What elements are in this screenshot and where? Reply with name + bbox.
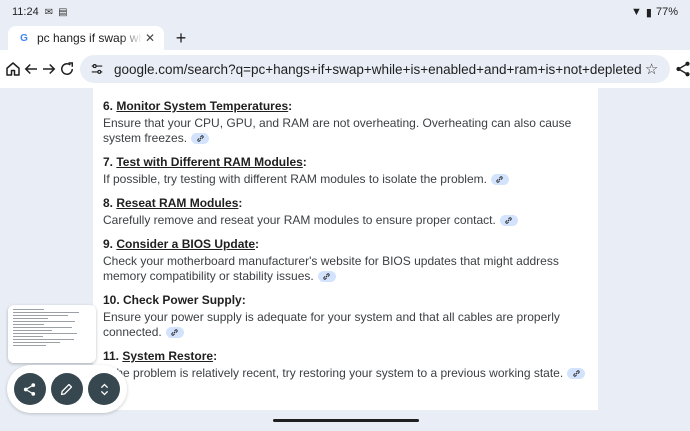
list-item: 10. Check Power Supply: Ensure your powe… <box>103 292 588 340</box>
list-item: 9. Consider a BIOS Update: Check your mo… <box>103 236 588 284</box>
list-item-title: 9. Consider a BIOS Update: <box>103 237 260 251</box>
link-icon <box>323 273 330 280</box>
list-item-body: Check your motherboard manufacturer's we… <box>103 254 588 284</box>
list-item: 8. Reseat RAM Modules: Carefully remove … <box>103 195 588 228</box>
arrow-right-icon <box>43 63 56 75</box>
status-time: 11:24 <box>12 6 39 18</box>
list-item-body: Carefully remove and reseat your RAM mod… <box>103 213 588 228</box>
list-item-body: Ensure your power supply is adequate for… <box>103 310 588 340</box>
site-settings-icon[interactable] <box>88 60 106 78</box>
forward-button[interactable] <box>40 53 58 85</box>
home-icon <box>6 62 20 76</box>
link-icon <box>573 370 580 377</box>
wifi-icon: ▼ <box>631 6 642 18</box>
battery-percent: 77% <box>655 6 678 18</box>
list-item-text: If the problem is relatively recent, try… <box>103 366 564 380</box>
link-icon <box>196 135 204 142</box>
arrow-left-icon <box>24 63 37 75</box>
link-icon <box>505 217 513 224</box>
source-link-chip[interactable] <box>499 215 518 227</box>
back-button[interactable] <box>22 53 40 85</box>
gesture-nav-handle[interactable] <box>273 419 419 422</box>
source-link-chip[interactable] <box>317 271 336 283</box>
list-item-body: If possible, try testing with different … <box>103 172 588 187</box>
list-item-title: 11. System Restore: <box>103 349 218 363</box>
list-item-title: 8. Reseat RAM Modules: <box>103 196 243 210</box>
url-text[interactable]: google.com/search?q=pc+hangs+if+swap+whi… <box>114 62 642 77</box>
share-button[interactable] <box>674 53 690 85</box>
battery-icon: ▮ <box>645 6 652 19</box>
list-item: 11. System Restore: If the problem is re… <box>103 348 588 381</box>
tab-active[interactable]: G pc hangs if swap while is enabled and … <box>8 26 164 50</box>
tab-close-icon[interactable]: ✕ <box>142 31 158 45</box>
new-tab-button[interactable]: + <box>168 26 194 50</box>
list-item-text: Ensure that your CPU, GPU, and RAM are n… <box>103 116 572 145</box>
fab-edit-button[interactable] <box>50 373 83 405</box>
news-icon: ▤ <box>58 6 68 18</box>
google-favicon-icon: G <box>20 32 28 44</box>
gmail-icon: ✉ <box>44 6 54 18</box>
list-item-body: Ensure that your CPU, GPU, and RAM are n… <box>103 116 588 146</box>
address-bar[interactable]: google.com/search?q=pc+hangs+if+swap+whi… <box>80 55 670 83</box>
ai-answer-panel: 6. Monitor System Temperatures: Ensure t… <box>93 88 598 410</box>
screenshot-actions-bar <box>7 365 127 413</box>
browser-toolbar: google.com/search?q=pc+hangs+if+swap+whi… <box>0 50 690 88</box>
source-link-chip[interactable] <box>191 133 210 145</box>
list-item: 6. Monitor System Temperatures: Ensure t… <box>103 98 588 146</box>
tab-strip: G pc hangs if swap while is enabled and … <box>0 24 690 50</box>
source-link-chip[interactable] <box>567 368 586 380</box>
web-page: 6. Monitor System Temperatures: Ensure t… <box>0 88 690 431</box>
link-icon <box>496 176 504 183</box>
bookmark-star-icon[interactable]: ☆ <box>642 59 662 79</box>
status-bar: 11:24 ✉ ▤ ▼ ▮ 77% <box>0 0 690 24</box>
share-icon <box>24 382 36 396</box>
list-item-title: 10. Check Power Supply: <box>103 293 246 307</box>
screenshot-thumbnail[interactable] <box>8 305 96 363</box>
list-item-title: 6. Monitor System Temperatures: <box>103 99 293 113</box>
reload-button[interactable] <box>58 53 76 85</box>
list-item-body: If the problem is relatively recent, try… <box>103 366 588 381</box>
source-link-chip[interactable] <box>490 174 509 186</box>
fab-expand-button[interactable] <box>88 373 121 405</box>
expand-icon <box>100 383 108 395</box>
list-item-title: 7. Test with Different RAM Modules: <box>103 155 307 169</box>
list-item-text: If possible, try testing with different … <box>103 172 487 186</box>
list-item-text: Carefully remove and reseat your RAM mod… <box>103 213 496 227</box>
reload-icon <box>61 62 73 75</box>
fab-share-button[interactable] <box>13 373 46 405</box>
pencil-icon <box>61 383 73 395</box>
home-button[interactable] <box>4 53 22 85</box>
link-icon <box>171 329 178 336</box>
tab-title: pc hangs if swap while is enabled and ra… <box>37 31 142 45</box>
list-item: 7. Test with Different RAM Modules: If p… <box>103 154 588 187</box>
share-icon <box>676 61 690 77</box>
source-link-chip[interactable] <box>165 327 184 339</box>
